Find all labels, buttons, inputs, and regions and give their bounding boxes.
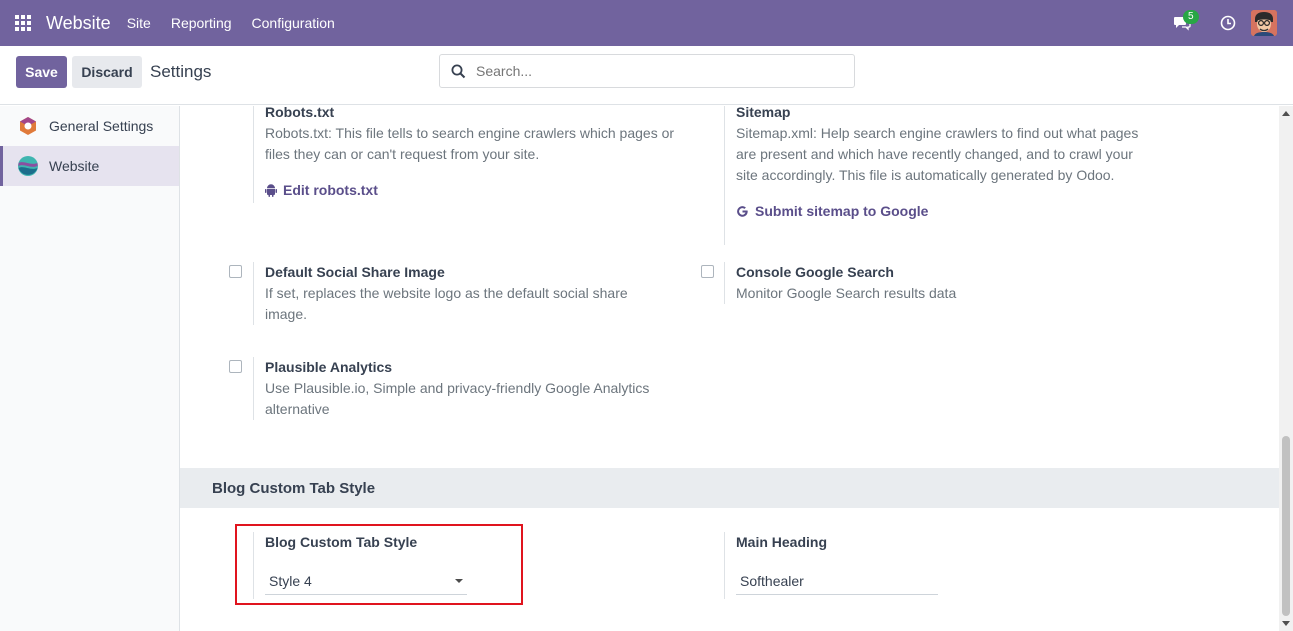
setting-plausible: Plausible Analytics Use Plausible.io, Si… [253, 357, 673, 420]
submit-sitemap-link[interactable]: Submit sitemap to Google [736, 203, 1144, 219]
search-icon [440, 64, 476, 79]
plausible-title: Plausible Analytics [265, 359, 393, 375]
search-input[interactable] [476, 56, 854, 86]
edit-robots-link[interactable]: Edit robots.txt [265, 182, 673, 198]
top-navbar: Website Site Reporting Configuration 5 [0, 0, 1293, 46]
scroll-up-icon[interactable] [1282, 111, 1290, 116]
sidebar-item-label: General Settings [49, 118, 154, 134]
console-google-checkbox[interactable] [701, 265, 714, 278]
social-image-checkbox[interactable] [229, 265, 242, 278]
website-app-icon [17, 155, 39, 177]
plausible-description: Use Plausible.io, Simple and privacy-fri… [265, 380, 650, 417]
app-brand[interactable]: Website [46, 13, 111, 34]
google-icon [737, 205, 748, 217]
blog-section-header: Blog Custom Tab Style [180, 468, 1279, 508]
plausible-checkbox[interactable] [229, 360, 242, 373]
control-panel: Save Discard Settings [0, 46, 1293, 105]
search-bar[interactable] [439, 54, 855, 88]
setting-robots: Robots.txt Robots.txt: This file tells t… [253, 106, 675, 203]
sidebar-item-general-settings[interactable]: General Settings [0, 106, 179, 146]
activity-button[interactable] [1213, 0, 1243, 46]
setting-main-heading: Main Heading [724, 532, 1144, 599]
sitemap-title: Sitemap [736, 106, 791, 120]
chat-count-badge: 5 [1183, 10, 1199, 24]
robots-title: Robots.txt [265, 106, 335, 120]
setting-social-image: Default Social Share Image If set, repla… [253, 262, 673, 325]
main-heading-input[interactable] [736, 567, 938, 595]
menu-reporting[interactable]: Reporting [171, 15, 232, 31]
content-scrollbar[interactable] [1279, 106, 1293, 631]
setting-console-google: Console Google Search Monitor Google Sea… [724, 262, 1144, 304]
scroll-down-icon[interactable] [1282, 621, 1290, 626]
menu-site[interactable]: Site [127, 15, 151, 31]
clock-icon [1220, 15, 1236, 31]
scroll-thumb[interactable] [1282, 436, 1290, 616]
chat-button[interactable]: 5 [1167, 0, 1199, 46]
highlight-box [235, 524, 523, 605]
console-google-title: Console Google Search [736, 264, 894, 280]
discard-button[interactable]: Discard [72, 56, 142, 88]
social-image-description: If set, replaces the website logo as the… [265, 285, 628, 322]
social-image-title: Default Social Share Image [265, 264, 445, 280]
main-heading-title: Main Heading [736, 534, 828, 550]
console-google-description: Monitor Google Search results data [736, 285, 957, 301]
user-avatar[interactable] [1251, 10, 1277, 36]
odoo-settings-icon [17, 115, 39, 137]
edit-robots-label: Edit robots.txt [283, 182, 378, 198]
page-title: Settings [150, 62, 212, 81]
save-button[interactable]: Save [16, 56, 67, 88]
sidebar-item-website[interactable]: Website [0, 146, 179, 186]
settings-sidebar: General Settings Website [0, 106, 180, 631]
sitemap-description: Sitemap.xml: Help search engine crawlers… [736, 125, 1139, 183]
sidebar-item-label: Website [49, 158, 100, 174]
setting-sitemap: Sitemap Sitemap.xml: Help search engine … [724, 106, 1144, 245]
android-icon [265, 183, 277, 197]
submit-sitemap-label: Submit sitemap to Google [755, 203, 929, 219]
robots-description: Robots.txt: This file tells to search en… [265, 125, 675, 162]
menu-configuration[interactable]: Configuration [252, 15, 335, 31]
apps-menu-icon[interactable] [0, 0, 46, 46]
